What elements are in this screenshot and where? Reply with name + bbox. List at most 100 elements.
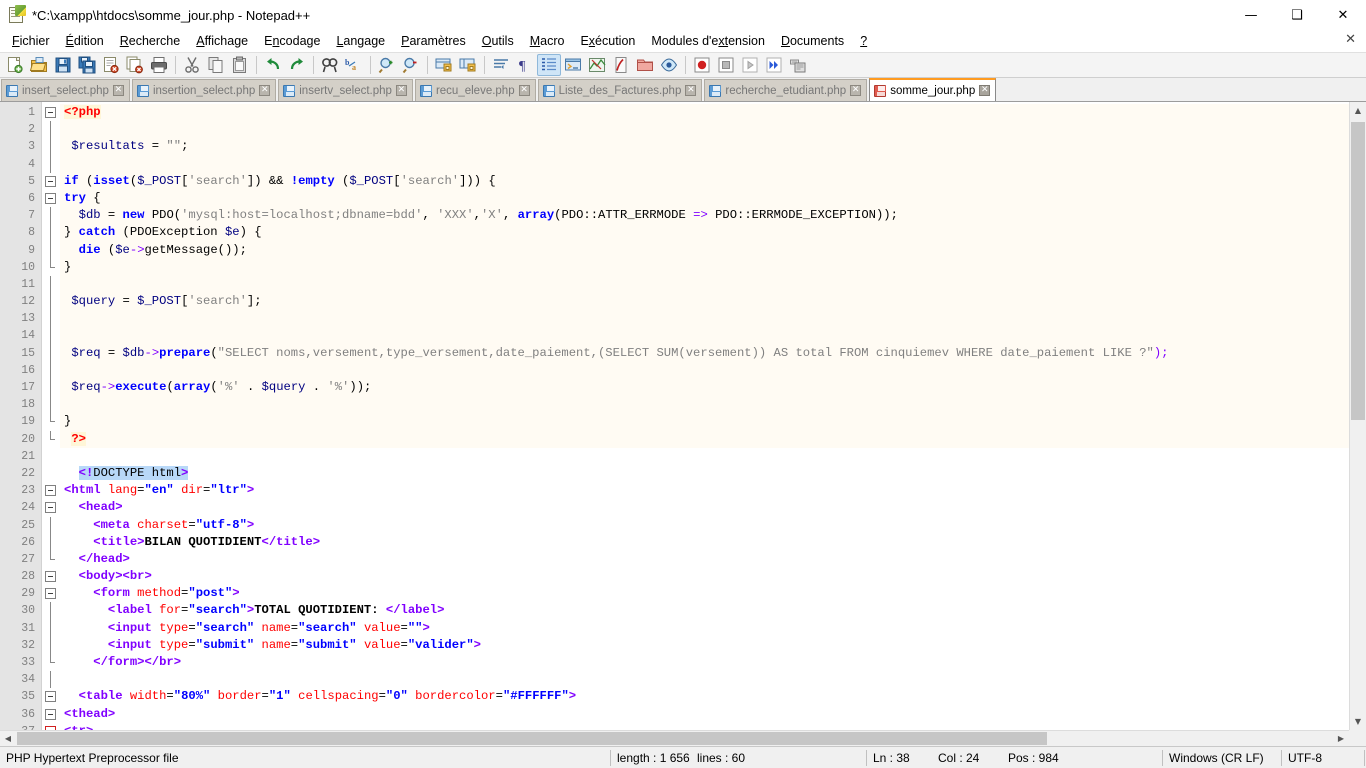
tab-insert_select[interactable]: insert_select.php ✕ bbox=[1, 79, 130, 101]
fold-marker[interactable] bbox=[42, 723, 60, 730]
text-editor[interactable]: 1 2 3 4 5 6 7 8 9 10 11 12 13 14 15 16 17 18 19 20 21 22 23 24 2… bbox=[0, 102, 1349, 730]
copy-icon[interactable] bbox=[204, 54, 228, 76]
code-token: $query bbox=[261, 380, 306, 394]
menu-edition[interactable]: Édition bbox=[58, 32, 112, 50]
menu-affichage[interactable]: Affichage bbox=[188, 32, 256, 50]
zoom-in-icon[interactable] bbox=[375, 54, 399, 76]
tab-close-icon[interactable]: ✕ bbox=[979, 85, 991, 96]
menu-execution[interactable]: Exécution bbox=[572, 32, 643, 50]
fold-marker[interactable] bbox=[42, 104, 60, 121]
menu-recherche[interactable]: Recherche bbox=[112, 32, 188, 50]
code-token: { bbox=[85, 190, 101, 205]
indent-guide-icon[interactable] bbox=[537, 54, 561, 76]
tab-insertion_select[interactable]: insertion_select.php ✕ bbox=[131, 79, 277, 101]
tab-close-icon[interactable]: ✕ bbox=[518, 85, 530, 96]
print-icon[interactable] bbox=[147, 54, 171, 76]
close-file-icon[interactable] bbox=[99, 54, 123, 76]
fold-marker[interactable] bbox=[42, 688, 60, 705]
redo-icon[interactable] bbox=[285, 54, 309, 76]
scroll-left-arrow[interactable]: ◀ bbox=[0, 734, 16, 743]
tab-recherche_etudiant[interactable]: recherche_etudiant.php ✕ bbox=[704, 79, 868, 101]
menu-fichier[interactable]: FFichierichier bbox=[4, 32, 58, 50]
macro-stop-icon[interactable] bbox=[714, 54, 738, 76]
monitoring-icon[interactable] bbox=[657, 54, 681, 76]
fold-marker[interactable] bbox=[42, 173, 60, 190]
fold-marker[interactable] bbox=[42, 190, 60, 207]
vertical-scrollbar[interactable]: ▲ ▼ bbox=[1349, 102, 1366, 730]
sync-horizontal-icon[interactable] bbox=[456, 54, 480, 76]
fold-marker[interactable] bbox=[42, 499, 60, 516]
app-icon bbox=[8, 5, 26, 24]
code-token: 'X' bbox=[480, 208, 503, 223]
menu-macro[interactable]: Macro bbox=[522, 32, 573, 50]
function-list-icon[interactable] bbox=[609, 54, 633, 76]
user-language-icon[interactable] bbox=[561, 54, 585, 76]
cut-icon[interactable] bbox=[180, 54, 204, 76]
word-wrap-icon[interactable] bbox=[489, 54, 513, 76]
tab-liste_des_factures[interactable]: Liste_des_Factures.php ✕ bbox=[537, 79, 703, 101]
code-line: $query = $_POST['search']; bbox=[60, 293, 1349, 311]
fold-marker[interactable] bbox=[42, 706, 60, 723]
scroll-up-arrow[interactable]: ▲ bbox=[1350, 102, 1366, 119]
tab-insertv_select[interactable]: insertv_select.php ✕ bbox=[278, 79, 413, 101]
maximize-button[interactable]: ❑ bbox=[1274, 0, 1320, 30]
fold-marker[interactable] bbox=[42, 585, 60, 602]
show-all-chars-icon[interactable]: ¶ bbox=[513, 54, 537, 76]
macro-multi-icon[interactable] bbox=[762, 54, 786, 76]
open-file-icon[interactable] bbox=[27, 54, 51, 76]
menu-aide[interactable]: ? bbox=[852, 32, 875, 50]
horizontal-scroll-thumb[interactable] bbox=[17, 732, 1047, 745]
code-line: <meta charset="utf-8"> bbox=[60, 517, 1349, 534]
paste-icon[interactable] bbox=[228, 54, 252, 76]
horizontal-scrollbar[interactable]: ◀ ▶ bbox=[0, 730, 1349, 746]
close-document-icon[interactable]: ✕ bbox=[1345, 32, 1356, 47]
sync-vertical-icon[interactable] bbox=[432, 54, 456, 76]
undo-icon[interactable] bbox=[261, 54, 285, 76]
fold-marker[interactable] bbox=[42, 568, 60, 585]
macro-save-icon[interactable] bbox=[786, 54, 810, 76]
scroll-right-arrow[interactable]: ▶ bbox=[1333, 734, 1349, 743]
code-token: . bbox=[305, 380, 328, 394]
tab-close-icon[interactable]: ✕ bbox=[259, 85, 271, 96]
replace-icon[interactable]: ba bbox=[342, 54, 366, 76]
menu-parametres[interactable]: Paramètres bbox=[393, 32, 474, 50]
menu-encodage[interactable]: Encodage bbox=[256, 32, 328, 50]
fold-margin[interactable] bbox=[42, 102, 60, 730]
code-token: > bbox=[232, 586, 240, 601]
macro-play-icon[interactable] bbox=[738, 54, 762, 76]
tab-close-icon[interactable]: ✕ bbox=[685, 85, 697, 96]
status-eol[interactable]: Windows (CR LF) bbox=[1163, 747, 1281, 768]
status-encoding[interactable]: UTF-8 bbox=[1282, 747, 1364, 768]
minimize-button[interactable]: — bbox=[1228, 0, 1274, 30]
code-token: method bbox=[129, 586, 182, 601]
scroll-down-arrow[interactable]: ▼ bbox=[1350, 713, 1366, 730]
save-all-icon[interactable] bbox=[75, 54, 99, 76]
tab-somme_jour[interactable]: somme_jour.php ✕ bbox=[869, 78, 997, 101]
menu-outils[interactable]: Outils bbox=[474, 32, 522, 50]
menu-modules[interactable]: Modules d'extension bbox=[643, 32, 773, 50]
line-number: 26 bbox=[21, 535, 35, 549]
tab-close-icon[interactable]: ✕ bbox=[112, 85, 124, 96]
macro-record-icon[interactable] bbox=[690, 54, 714, 76]
menu-documents[interactable]: Documents bbox=[773, 32, 852, 50]
code-token: execute bbox=[115, 380, 167, 394]
line-number: 36 bbox=[21, 707, 35, 721]
doc-map-icon[interactable] bbox=[585, 54, 609, 76]
tab-close-icon[interactable]: ✕ bbox=[850, 85, 862, 96]
folder-workspace-icon[interactable] bbox=[633, 54, 657, 76]
code-content[interactable]: <?php $resultats = ""; if (isset($_POST[… bbox=[60, 102, 1349, 730]
menu-langage[interactable]: Langage bbox=[328, 32, 393, 50]
new-file-icon[interactable] bbox=[3, 54, 27, 76]
tab-close-icon[interactable]: ✕ bbox=[395, 85, 407, 96]
save-icon[interactable] bbox=[51, 54, 75, 76]
zoom-out-icon[interactable] bbox=[399, 54, 423, 76]
code-token: (PDO::ATTR_ERRMODE bbox=[554, 208, 694, 223]
vertical-scroll-thumb[interactable] bbox=[1351, 122, 1365, 420]
close-window-button[interactable]: ✕ bbox=[1320, 0, 1366, 30]
fold-marker[interactable] bbox=[42, 482, 60, 499]
close-all-icon[interactable] bbox=[123, 54, 147, 76]
tab-recu_eleve[interactable]: recu_eleve.php ✕ bbox=[414, 79, 536, 101]
find-icon[interactable] bbox=[318, 54, 342, 76]
